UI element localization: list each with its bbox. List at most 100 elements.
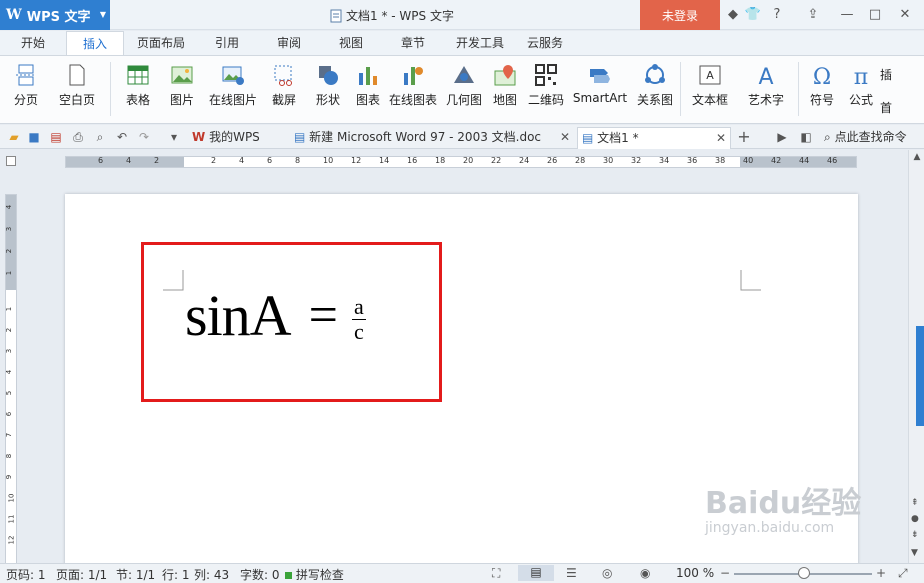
eye-protect-icon[interactable]: ◉ [640,566,650,580]
page-view-icon[interactable]: ▤ [518,565,554,581]
more-insert-button[interactable]: 插 首 [880,60,924,118]
help-icon[interactable]: ? [768,6,786,24]
next-page-icon[interactable]: ⇟ [911,530,919,540]
chart-button[interactable]: 图表 [352,60,384,118]
zoom-slider-handle[interactable] [798,567,810,579]
app-menu-button[interactable]: W WPS 文字 ▼ [0,0,110,30]
textbox-button[interactable]: A 文本框 [686,60,734,118]
tab-review[interactable]: 审阅 [266,31,312,55]
wps-logo-icon: W [192,130,206,144]
symbol-button[interactable]: Ω 符号 [802,60,842,118]
online-picture-button[interactable]: 在线图片 [206,60,260,118]
formula-button[interactable]: π 公式 [844,60,878,118]
tab-word-doc[interactable]: ▤ 新建 Microsoft Word 97 - 2003 文档.doc ✕ [290,127,574,149]
command-search[interactable]: ⌕ 点此查找命令 [824,127,924,149]
close-icon[interactable]: ✕ [896,6,914,24]
expand-icon[interactable]: ⤢ [898,566,908,581]
zoom-out-icon[interactable]: − [720,566,730,580]
new-tab-icon[interactable]: + [736,129,752,145]
scroll-up-icon[interactable]: ▲ [911,152,923,164]
zoom-level[interactable]: 100 % [676,566,714,580]
upload-icon[interactable]: ⇪ [804,6,822,24]
wordart-button[interactable]: A 艺术字 [740,60,792,118]
close-tab-icon[interactable]: ✕ [716,128,726,148]
save-icon[interactable]: ■ [26,129,42,145]
qrcode-button[interactable]: 二维码 [526,60,566,118]
screenshot-button[interactable]: 截屏 [264,60,304,118]
ruler-number: 28 [575,156,586,165]
print-preview-icon[interactable]: ⌕ [92,129,108,145]
ruler-number: 16 [407,156,418,165]
vertical-ruler[interactable]: 4 3 2 1 1 2 3 4 5 6 7 8 9 10 11 12 [5,194,17,564]
table-button[interactable]: 表格 [118,60,158,118]
textbox-icon: A [699,65,721,85]
print-icon[interactable]: ⎙ [70,129,86,145]
web-view-icon[interactable]: ◎ [602,566,612,580]
ruler-number: 44 [799,156,810,165]
wordart-icon: A [758,65,773,87]
page-break-button[interactable]: 分页 [6,60,46,118]
ruler-number: 1 [5,306,14,312]
qrcode-icon [535,64,557,86]
ruler-number: 4 [239,156,245,165]
tab-developer[interactable]: 开发工具 [450,31,510,55]
picture-button[interactable]: 图片 [162,60,202,118]
online-chart-button[interactable]: 在线图表 [386,60,440,118]
ruler-number: 1 [5,270,14,276]
minimize-icon[interactable]: — [838,6,856,24]
tab-page-layout[interactable]: 页面布局 [132,31,190,55]
ruler-number: 6 [5,411,14,417]
status-word-count[interactable]: 字数: 0 [240,566,280,583]
tab-stop-selector[interactable] [6,156,16,166]
tab-home[interactable]: 开始 [10,31,56,55]
login-button[interactable]: 未登录 [640,0,720,30]
zoom-in-icon[interactable]: + [876,566,886,580]
play-icon[interactable]: ▶ [774,129,790,145]
blank-page-button[interactable]: 空白页 [50,60,104,118]
ruler-number: 18 [435,156,446,165]
horizontal-ruler[interactable]: 6 4 2 2 4 6 8 10 12 14 16 18 20 22 24 26 28 30 32 34 36 38 40 4… [65,156,857,168]
smartart-button[interactable]: SmartArt [570,60,630,118]
tab-insert[interactable]: 插入 [66,31,124,55]
more-label-2: 首 [880,101,893,115]
skin-icon[interactable]: 👕 [744,6,762,24]
open-folder-icon[interactable]: ▰ [6,129,22,145]
ruler-number: 12 [7,535,16,545]
ruler-number: 36 [687,156,698,165]
document-icon: ▤ [582,131,594,145]
pdf-icon[interactable]: ▤ [48,129,64,145]
shape-button[interactable]: 形状 [308,60,348,118]
tab-chapter[interactable]: 章节 [390,31,436,55]
prev-page-icon[interactable]: ⇞ [911,498,919,508]
fullscreen-icon[interactable]: ⛶ [492,566,500,581]
formula-object[interactable]: sinA = a c [185,282,366,349]
more-label-1: 插 [880,68,893,82]
scroll-down-icon[interactable]: ▼ [911,548,918,558]
maximize-icon[interactable]: □ [866,6,884,24]
relation-chart-button[interactable]: 关系图 [634,60,676,118]
blank-page-icon [69,64,85,86]
page-break-icon [16,64,36,86]
status-page-number: 页码: 1 [6,568,46,582]
close-tab-icon[interactable]: ✕ [560,127,570,147]
ruler-number: 26 [547,156,558,165]
tab-view[interactable]: 视图 [328,31,374,55]
tab-cloud[interactable]: 云服务 [520,31,570,55]
spell-check-button[interactable]: 拼写检查 [285,566,344,583]
sync-icon[interactable]: ◆ [724,6,742,24]
redo-icon[interactable]: ↷ [136,129,152,145]
geometry-button[interactable]: 几何图 [444,60,484,118]
tab-my-wps[interactable]: W 我的WPS [188,127,286,149]
outline-view-icon[interactable]: ☰ [566,566,577,580]
undo-icon[interactable]: ↶ [114,129,130,145]
map-button[interactable]: 地图 [488,60,522,118]
tab-document1[interactable]: ▤ 文档1 * ✕ [577,127,731,149]
tab-references[interactable]: 引用 [204,31,250,55]
ruler-number: 10 [7,493,16,503]
bookmark-icon[interactable]: ◧ [798,129,814,145]
shape-icon [319,66,338,85]
scroll-side-tab[interactable] [916,326,924,426]
ruler-number: 3 [5,226,14,232]
more-dropdown-icon[interactable]: ▾ [166,129,182,145]
select-browse-icon[interactable]: ● [911,514,919,524]
